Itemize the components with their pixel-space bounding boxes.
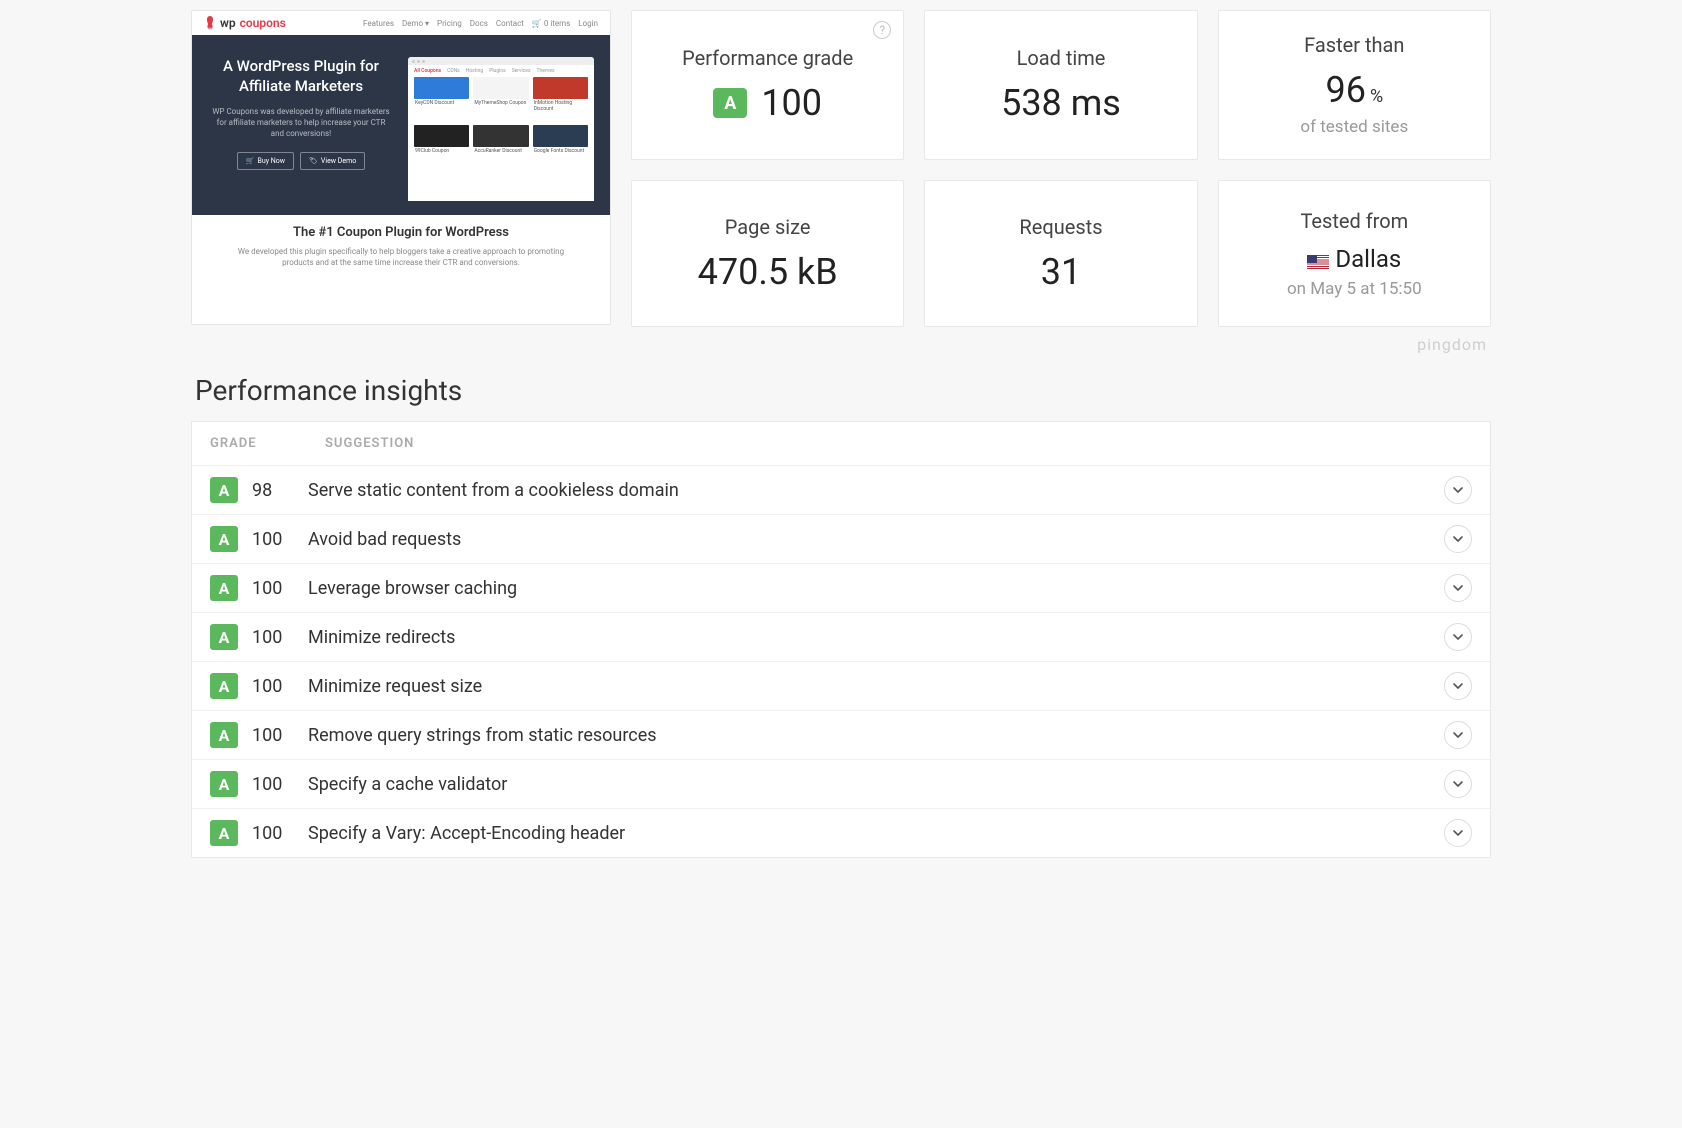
site-screenshot: wpcoupons FeaturesDemo ▾PricingDocsConta…: [191, 10, 611, 325]
preview-hero-sub: WP Coupons was developed by affiliate ma…: [211, 106, 391, 140]
grade-badge: A: [210, 771, 238, 797]
insight-suggestion: Remove query strings from static resourc…: [308, 725, 1444, 746]
octopus-icon: [204, 16, 216, 30]
chevron-down-icon: [1452, 680, 1464, 692]
expand-button[interactable]: [1444, 770, 1472, 798]
expand-button[interactable]: [1444, 525, 1472, 553]
metric-requests: Requests 31: [924, 180, 1197, 327]
grade-badge: A: [210, 477, 238, 503]
preview-tag-sub: We developed this plugin specifically to…: [232, 246, 570, 268]
insight-row[interactable]: A100Specify a cache validator: [192, 760, 1490, 809]
insight-score: 98: [238, 480, 308, 501]
insight-score: 100: [238, 676, 308, 697]
insight-suggestion: Minimize request size: [308, 676, 1444, 697]
insight-suggestion: Avoid bad requests: [308, 529, 1444, 550]
metric-faster-than: Faster than 96% of tested sites: [1218, 10, 1491, 160]
grade-badge: A: [210, 722, 238, 748]
grade-badge: A: [713, 88, 747, 118]
expand-button[interactable]: [1444, 574, 1472, 602]
metric-page-size: Page size 470.5 kB: [631, 180, 904, 327]
insight-score: 100: [238, 774, 308, 795]
insight-suggestion: Leverage browser caching: [308, 578, 1444, 599]
insights-table: GRADE SUGGESTION A98Serve static content…: [191, 421, 1491, 858]
chevron-down-icon: [1452, 778, 1464, 790]
expand-button[interactable]: [1444, 476, 1472, 504]
insights-heading: Performance insights: [195, 374, 1491, 407]
insight-suggestion: Serve static content from a cookieless d…: [308, 480, 1444, 501]
insight-row[interactable]: A98Serve static content from a cookieles…: [192, 466, 1490, 515]
preview-nav: FeaturesDemo ▾PricingDocsContact🛒 0 item…: [363, 19, 598, 28]
insights-header-row: GRADE SUGGESTION: [192, 422, 1490, 466]
insight-suggestion: Minimize redirects: [308, 627, 1444, 648]
insight-score: 100: [238, 627, 308, 648]
expand-button[interactable]: [1444, 819, 1472, 847]
preview-hero-title: A WordPress Plugin for Affiliate Markete…: [208, 57, 394, 96]
grade-badge: A: [210, 673, 238, 699]
grade-badge: A: [210, 575, 238, 601]
insight-row[interactable]: A100Remove query strings from static res…: [192, 711, 1490, 760]
insight-row[interactable]: A100Leverage browser caching: [192, 564, 1490, 613]
preview-demo-button: 🏷 View Demo: [300, 152, 365, 170]
help-icon[interactable]: ?: [873, 21, 891, 39]
chevron-down-icon: [1452, 533, 1464, 545]
chevron-down-icon: [1452, 729, 1464, 741]
insight-score: 100: [238, 578, 308, 599]
pingdom-brand: pingdom: [191, 335, 1487, 354]
preview-logo: wpcoupons: [204, 16, 286, 30]
insight-row[interactable]: A100Minimize redirects: [192, 613, 1490, 662]
chevron-down-icon: [1452, 582, 1464, 594]
preview-tagline: The #1 Coupon Plugin for WordPress: [232, 225, 570, 240]
insight-suggestion: Specify a Vary: Accept-Encoding header: [308, 823, 1444, 844]
insight-score: 100: [238, 823, 308, 844]
metric-load-time: Load time 538 ms: [924, 10, 1197, 160]
insight-row[interactable]: A100Specify a Vary: Accept-Encoding head…: [192, 809, 1490, 857]
insight-suggestion: Specify a cache validator: [308, 774, 1444, 795]
grade-badge: A: [210, 624, 238, 650]
grade-badge: A: [210, 526, 238, 552]
us-flag-icon: [1307, 255, 1329, 269]
insight-score: 100: [238, 725, 308, 746]
metric-performance-grade: ? Performance grade A 100: [631, 10, 904, 160]
expand-button[interactable]: [1444, 623, 1472, 651]
grade-badge: A: [210, 820, 238, 846]
preview-buy-button: 🛒 Buy Now: [237, 152, 294, 170]
chevron-down-icon: [1452, 631, 1464, 643]
insight-score: 100: [238, 529, 308, 550]
insight-row[interactable]: A100Avoid bad requests: [192, 515, 1490, 564]
chevron-down-icon: [1452, 827, 1464, 839]
chevron-down-icon: [1452, 484, 1464, 496]
insight-row[interactable]: A100Minimize request size: [192, 662, 1490, 711]
metric-tested-from: Tested from Dallas on May 5 at 15:50: [1218, 180, 1491, 327]
expand-button[interactable]: [1444, 672, 1472, 700]
expand-button[interactable]: [1444, 721, 1472, 749]
